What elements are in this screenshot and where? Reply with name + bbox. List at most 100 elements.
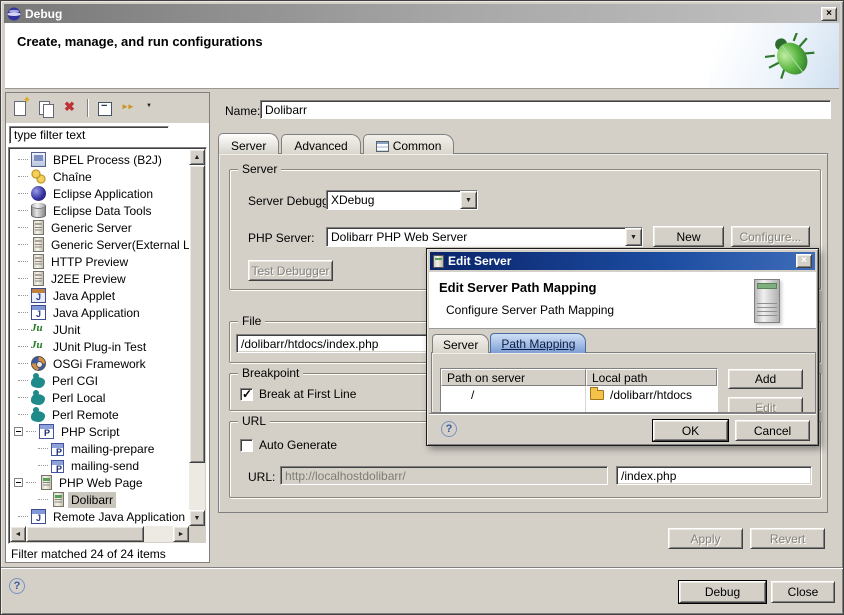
auto-generate-checkbox[interactable] [240,439,253,452]
tree-item-perl-remote[interactable]: Perl Remote [10,406,189,423]
tree-vertical-scrollbar[interactable]: ▲ ▼ [189,149,205,526]
break-first-line-checkbox[interactable] [240,388,253,401]
footer-separator [1,567,843,569]
tree-item-dolibarr[interactable]: Dolibarr [10,491,189,508]
apply-button[interactable]: Apply [668,528,743,549]
tree-item-junit[interactable]: JUnit [10,321,189,338]
tree-item-mailing-send[interactable]: mailing-send [10,457,189,474]
server-icon [33,220,44,235]
tree-item-java-application[interactable]: Java Application [10,304,189,321]
ok-button[interactable]: OK [653,420,728,441]
tree-item-java-applet[interactable]: Java Applet [10,287,189,304]
duplicate-configuration-icon[interactable] [37,99,55,117]
tree-item-generic-server-external[interactable]: Generic Server(External La [10,236,189,253]
tree-item-generic-server[interactable]: Generic Server [10,219,189,236]
new-configuration-icon[interactable] [12,99,30,117]
server-image-icon [754,279,780,323]
horizontal-scroll-thumb[interactable] [26,526,144,542]
collapse-expander-icon[interactable] [14,427,23,436]
column-local-path[interactable]: Local path [586,369,717,386]
toolbar-separator [87,99,89,117]
collapse-all-icon[interactable] [96,99,114,117]
close-window-icon[interactable] [821,7,837,21]
tree-item-perl-cgi[interactable]: Perl CGI [10,372,189,389]
tree-item-eclipse-application[interactable]: Eclipse Application [10,185,189,202]
dialog-title: Edit Server [448,254,511,268]
configure-button[interactable]: Configure... [731,226,810,247]
php-server-combobox[interactable]: Dolibarr PHP Web Server ▼ [326,227,643,247]
help-icon[interactable] [9,578,25,594]
tree-horizontal-scrollbar[interactable]: ◄ ► [10,526,189,542]
dialog-subheading: Configure Server Path Mapping [446,303,614,317]
chevron-down-icon[interactable]: ▼ [625,228,642,246]
server-icon [33,271,44,286]
dialog-header: Edit Server Path Mapping Configure Serve… [429,272,816,329]
tree-item-remote-java-application[interactable]: Remote Java Application [10,508,189,525]
table-row[interactable]: / /dolibarr/htdocs [441,386,717,403]
tree-item-eclipse-data-tools[interactable]: Eclipse Data Tools [10,202,189,219]
tree-item-mailing-prepare[interactable]: mailing-prepare [10,440,189,457]
column-path-on-server[interactable]: Path on server [441,369,586,386]
tab-server[interactable]: Server [218,133,279,154]
break-first-line-label: Break at First Line [259,387,356,401]
cell-local-path: /dolibarr/htdocs [586,386,717,403]
auto-generate-checkbox-row: Auto Generate [240,438,337,452]
dialog-tab-server[interactable]: Server [432,334,489,353]
dialog-tabs: Server Path Mapping [432,333,587,353]
table-empty-row [441,403,717,413]
header-banner: Create, manage, and run configurations [5,23,839,89]
tree-item-http-preview[interactable]: HTTP Preview [10,253,189,270]
scroll-up-icon[interactable]: ▲ [189,149,205,165]
debug-button[interactable]: Debug [679,581,766,603]
cancel-button[interactable]: Cancel [735,420,810,441]
dialog-close-icon[interactable] [796,254,812,268]
tree-item-j2ee-preview[interactable]: J2EE Preview [10,270,189,287]
tree-item-osgi-framework[interactable]: OSGi Framework [10,355,189,372]
new-server-button[interactable]: New [653,226,724,247]
revert-button[interactable]: Revert [750,528,825,549]
collapse-expander-icon[interactable] [14,478,23,487]
php-server-label: PHP Server: [248,231,314,245]
filter-field-wrap [9,126,169,144]
tree-item-chaine[interactable]: Chaîne [10,168,189,185]
server-debugger-combobox[interactable]: XDebug ▼ [326,190,478,210]
file-group-legend: File [238,314,265,328]
name-input[interactable] [260,100,831,119]
dialog-help-icon[interactable] [441,421,457,437]
tab-common[interactable]: Common [363,134,455,154]
edit-mapping-button[interactable]: Edit [728,397,803,413]
osgi-icon [31,356,46,371]
tree-item-junit-plugin-test[interactable]: JUnit Plug-in Test [10,338,189,355]
scroll-right-icon[interactable]: ► [173,526,189,542]
break-first-line-checkbox-row: Break at First Line [240,387,356,401]
configurations-tree: BPEL Process (B2J) Chaîne Eclipse Applic… [8,147,207,544]
tree-item-php-web-page[interactable]: PHP Web Page [10,474,189,491]
dialog-tab-path-mapping[interactable]: Path Mapping [490,333,586,353]
server-mini-icon [433,255,444,268]
tree-item-php-script[interactable]: PHP Script [10,423,189,440]
url-path-input[interactable] [616,466,812,485]
auto-generate-label: Auto Generate [259,438,337,452]
filter-configurations-icon[interactable] [121,99,139,117]
tree-item-perl-local[interactable]: Perl Local [10,389,189,406]
scroll-left-icon[interactable]: ◄ [10,526,26,542]
tab-advanced[interactable]: Advanced [281,134,360,154]
table-header-row: Path on server Local path [441,369,717,386]
junit-icon [31,339,46,354]
filter-input[interactable] [9,126,169,144]
close-button[interactable]: Close [771,581,835,603]
scrollbar-corner [189,526,205,542]
server-group-legend: Server [238,162,281,176]
perl-icon [31,411,45,422]
name-label: Name: [225,104,260,118]
chevron-down-icon[interactable]: ▼ [460,191,477,209]
menu-dropdown-icon[interactable] [146,99,156,117]
add-mapping-button[interactable]: Add [728,369,803,389]
scroll-down-icon[interactable]: ▼ [189,510,205,526]
vertical-scroll-thumb[interactable] [189,165,205,463]
test-debugger-button[interactable]: Test Debugger [248,260,333,281]
php-server-value: Dolibarr PHP Web Server [327,228,625,246]
delete-configuration-icon[interactable] [62,99,80,117]
tree-item-bpel-process[interactable]: BPEL Process (B2J) [10,151,189,168]
config-tabs: Server Advanced Common [218,133,456,154]
